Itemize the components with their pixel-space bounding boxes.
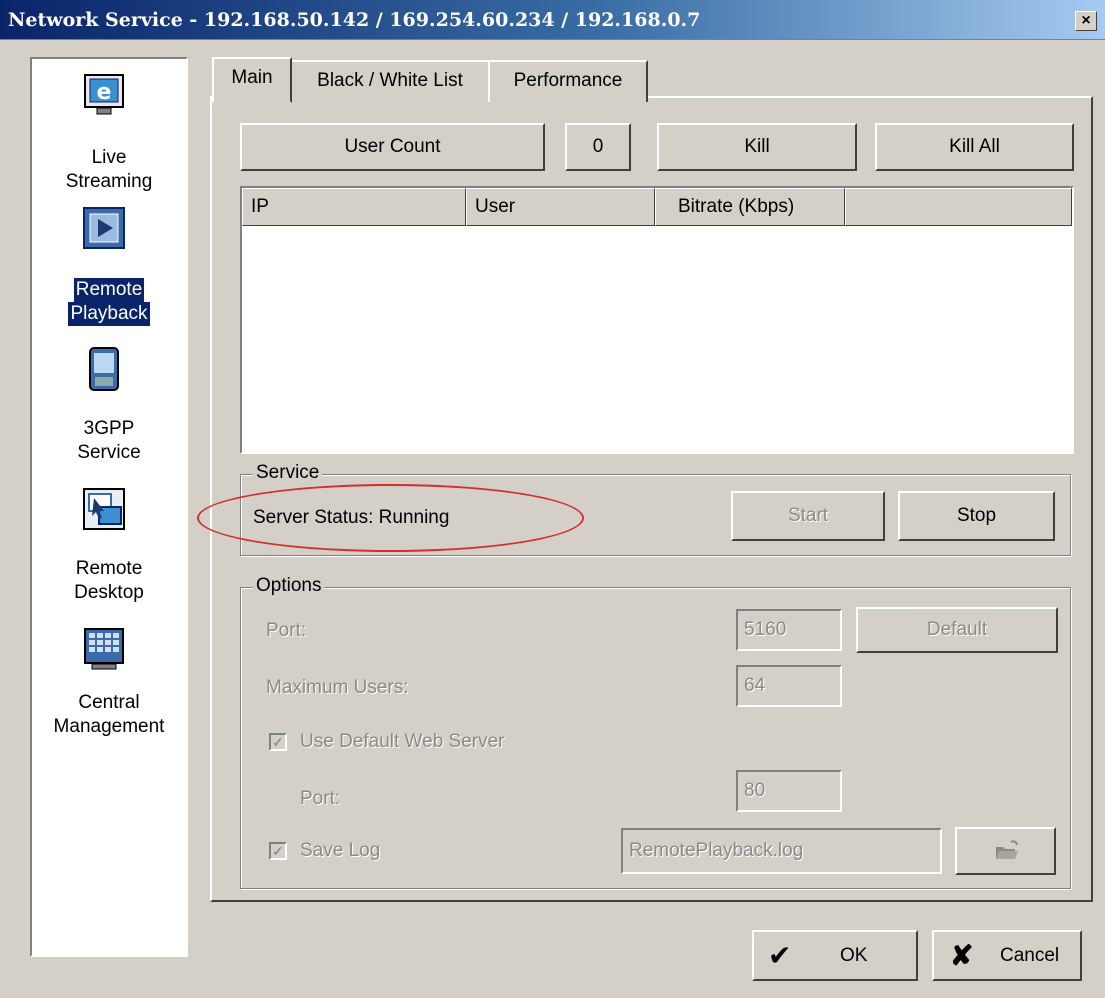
sidebar-item-label: Service bbox=[77, 442, 141, 463]
sidebar-item-label: Desktop bbox=[74, 582, 144, 603]
window-title: Network Service - 192.168.50.142 / 169.2… bbox=[8, 9, 701, 31]
sidebar-item-3gpp-service[interactable]: 3GPP Service bbox=[32, 347, 186, 467]
default-button[interactable]: Default bbox=[856, 607, 1058, 653]
3gpp-service-icon bbox=[82, 347, 126, 391]
options-group-label: Options bbox=[253, 575, 325, 597]
tab-performance[interactable]: Performance bbox=[488, 60, 648, 102]
sidebar-item-label: Playback bbox=[68, 302, 150, 326]
x-icon: ✘ bbox=[950, 940, 974, 971]
kill-all-button[interactable]: Kill All bbox=[875, 123, 1074, 171]
folder-open-icon bbox=[996, 840, 1018, 859]
sidebar-item-label: Live bbox=[91, 147, 127, 168]
stop-button[interactable]: Stop bbox=[898, 491, 1055, 541]
sidebar-item-remote-desktop[interactable]: Remote Desktop bbox=[32, 487, 186, 609]
connections-list[interactable]: IP User Bitrate (Kbps) bbox=[240, 186, 1074, 454]
ok-label: OK bbox=[840, 945, 868, 966]
user-count-button[interactable]: User Count bbox=[240, 123, 545, 171]
sidebar-item-label: Remote bbox=[75, 558, 143, 579]
start-button[interactable]: Start bbox=[731, 491, 885, 541]
tab-main[interactable]: Main bbox=[212, 57, 292, 103]
column-header-ip[interactable]: IP bbox=[242, 188, 466, 226]
save-log-checkbox[interactable]: ✓ bbox=[269, 842, 287, 860]
maximum-users-label: Maximum Users: bbox=[266, 677, 409, 698]
title-bar: Network Service - 192.168.50.142 / 169.2… bbox=[0, 0, 1105, 40]
user-count-value: 0 bbox=[565, 123, 631, 171]
cancel-button[interactable]: ✘ Cancel bbox=[932, 930, 1082, 981]
central-management-icon bbox=[82, 627, 126, 671]
maximum-users-input[interactable]: 64 bbox=[736, 665, 842, 707]
use-default-web-server-label: Use Default Web Server bbox=[300, 731, 505, 752]
use-default-web-server-checkbox[interactable]: ✓ bbox=[269, 733, 287, 751]
sidebar-item-label: 3GPP bbox=[83, 418, 135, 439]
remote-desktop-icon bbox=[82, 487, 126, 531]
column-header-empty bbox=[845, 188, 1072, 226]
tab-black-white-list[interactable]: Black / White List bbox=[290, 60, 490, 102]
live-streaming-icon: e bbox=[82, 73, 126, 117]
ok-button[interactable]: ✔ OK bbox=[752, 930, 918, 981]
web-server-port-label: Port: bbox=[300, 788, 341, 809]
port-label: Port: bbox=[266, 620, 307, 641]
sidebar-item-central-management[interactable]: Central Management bbox=[32, 627, 186, 747]
sidebar-item-remote-playback[interactable]: Remote Playback bbox=[32, 206, 186, 331]
service-sidebar: e Live Streaming Remote Playback 3GPP Se… bbox=[30, 57, 188, 957]
sidebar-item-label: Remote bbox=[73, 278, 145, 302]
svg-text:e: e bbox=[97, 80, 112, 105]
log-file-input[interactable]: RemotePlayback.log bbox=[621, 828, 942, 874]
column-header-bitrate[interactable]: Bitrate (Kbps) bbox=[655, 188, 845, 226]
browse-log-button[interactable] bbox=[955, 827, 1056, 875]
web-server-port-input[interactable]: 80 bbox=[736, 770, 842, 812]
save-log-label: Save Log bbox=[300, 840, 381, 861]
column-header-user[interactable]: User bbox=[466, 188, 655, 226]
close-button[interactable]: × bbox=[1075, 11, 1097, 31]
service-group-label: Service bbox=[253, 462, 323, 484]
checkmark-icon: ✔ bbox=[768, 940, 792, 971]
sidebar-item-label: Management bbox=[53, 716, 165, 737]
cancel-label: Cancel bbox=[1000, 945, 1060, 966]
sidebar-item-label: Streaming bbox=[65, 171, 153, 192]
sidebar-item-live-streaming[interactable]: e Live Streaming bbox=[32, 73, 186, 193]
remote-playback-icon bbox=[82, 206, 126, 250]
status-highlight-ellipse bbox=[197, 484, 584, 552]
sidebar-item-label: Central bbox=[78, 692, 140, 713]
kill-button[interactable]: Kill bbox=[657, 123, 857, 171]
port-input[interactable]: 5160 bbox=[736, 609, 842, 651]
